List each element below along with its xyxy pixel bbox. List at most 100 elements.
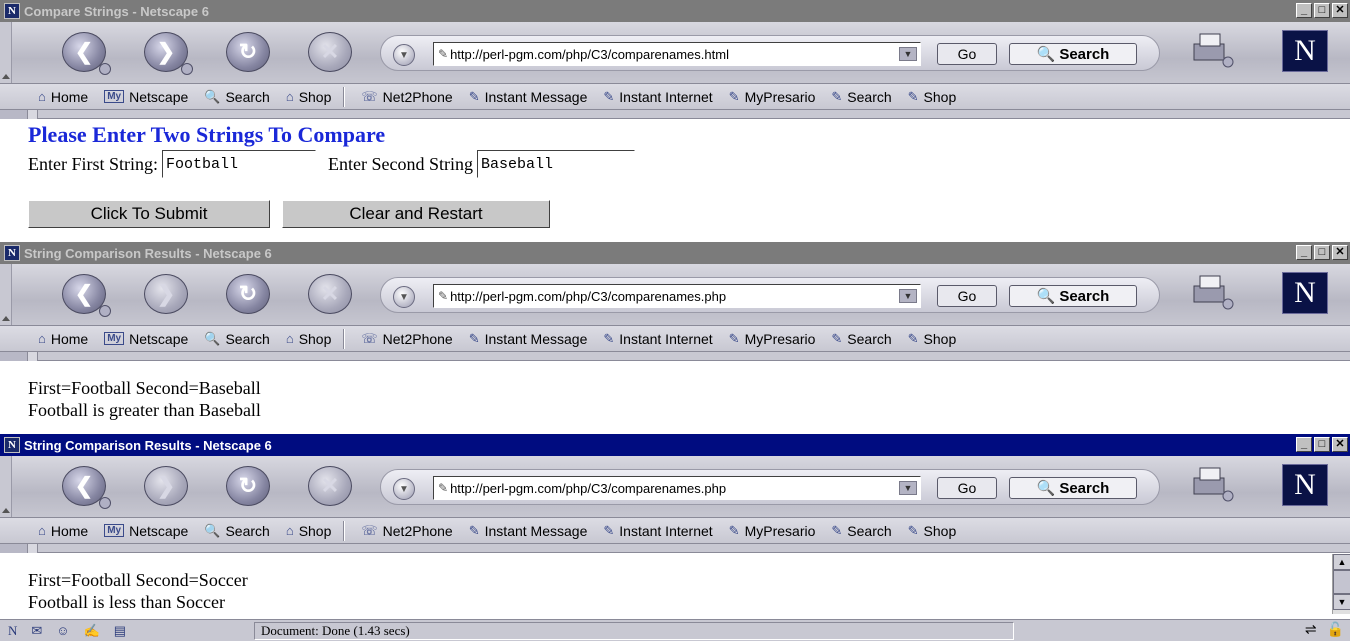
collapse-tab[interactable] — [0, 352, 28, 361]
navigator-icon[interactable]: N — [8, 623, 17, 639]
sidebar-collapse-bar[interactable] — [0, 110, 1350, 119]
second-string-input[interactable] — [476, 150, 635, 178]
close-button[interactable]: ✕ — [1332, 437, 1348, 452]
collapse-tab[interactable] — [0, 110, 28, 119]
go-button[interactable]: Go — [937, 285, 997, 307]
personal-my-netscape[interactable]: My Netscape — [104, 89, 188, 105]
submit-button[interactable]: Click To Submit — [28, 200, 270, 228]
search-button[interactable]: 🔍 Search — [1009, 477, 1137, 499]
security-lock-icon[interactable]: 🔓 — [1327, 622, 1344, 639]
personal-shop[interactable]: ⌂ Shop — [286, 89, 332, 105]
minimize-button[interactable]: _ — [1296, 3, 1312, 18]
bookmark-pin-icon[interactable]: ✎ — [438, 289, 448, 303]
personal-home[interactable]: ⌂ Home — [38, 89, 88, 105]
personal-home[interactable]: ⌂ Home — [38, 331, 88, 347]
window-title-bar[interactable]: N Compare Strings - Netscape 6 _ □ ✕ — [0, 0, 1350, 22]
forward-button[interactable]: ❯ — [144, 274, 188, 314]
personal-shop-2[interactable]: ✎ Shop — [908, 523, 957, 539]
personal-my-netscape[interactable]: My Netscape — [104, 523, 188, 539]
url-dropdown-icon[interactable]: ▼ — [899, 47, 917, 61]
personal-instant-internet[interactable]: ✎ Instant Internet — [603, 331, 712, 347]
minimize-button[interactable]: _ — [1296, 245, 1312, 260]
personal-search-2[interactable]: ✎ Search — [831, 523, 891, 539]
personal-net2phone[interactable]: ☏ Net2Phone — [361, 523, 452, 539]
back-button[interactable]: ❮ — [62, 466, 111, 509]
collapse-tab[interactable] — [0, 544, 28, 553]
maximize-button[interactable]: □ — [1314, 245, 1330, 260]
maximize-button[interactable]: □ — [1314, 437, 1330, 452]
reload-button[interactable]: ↻ — [226, 32, 270, 72]
personal-shop-2[interactable]: ✎ Shop — [908, 331, 957, 347]
forward-button[interactable]: ❯ — [144, 466, 188, 506]
back-button[interactable]: ❮ — [62, 32, 111, 75]
collapse-tab-2[interactable] — [28, 544, 38, 553]
scroll-up-icon[interactable]: ▲ — [1333, 554, 1350, 570]
personal-net2phone[interactable]: ☏ Net2Phone — [361, 331, 452, 347]
reload-button[interactable]: ↻ — [226, 274, 270, 314]
scroll-down-icon[interactable]: ▼ — [1333, 594, 1350, 610]
close-button[interactable]: ✕ — [1332, 245, 1348, 260]
personal-my-netscape[interactable]: My Netscape — [104, 331, 188, 347]
netscape-logo[interactable]: N — [1282, 272, 1328, 314]
personal-shop[interactable]: ⌂ Shop — [286, 331, 332, 347]
maximize-button[interactable]: □ — [1314, 3, 1330, 18]
vertical-scrollbar[interactable]: ▲ ▼ — [1332, 554, 1350, 614]
netscape-logo[interactable]: N — [1282, 464, 1328, 506]
personal-search-2[interactable]: ✎ Search — [831, 89, 891, 105]
personal-mypresario[interactable]: ✎ MyPresario — [729, 523, 816, 539]
personal-search[interactable]: 🔍 Search — [204, 331, 270, 347]
bookmark-pin-icon[interactable]: ✎ — [438, 47, 448, 61]
netscape-logo[interactable]: N — [1282, 30, 1328, 72]
window-title-bar[interactable]: N String Comparison Results - Netscape 6… — [0, 242, 1350, 264]
personal-shop[interactable]: ⌂ Shop — [286, 523, 332, 539]
personal-home[interactable]: ⌂ Home — [38, 523, 88, 539]
personal-mypresario[interactable]: ✎ MyPresario — [729, 89, 816, 105]
url-dropdown-icon[interactable]: ▼ — [899, 289, 917, 303]
collapse-tab-2[interactable] — [28, 110, 38, 119]
sidebar-collapse-bar[interactable] — [0, 544, 1350, 553]
back-dropdown-icon[interactable] — [99, 305, 111, 317]
first-string-input[interactable] — [162, 150, 316, 178]
history-dropdown-icon[interactable]: ▼ — [393, 478, 415, 500]
stop-button[interactable]: ✕ — [308, 32, 352, 72]
toolbar-grip[interactable] — [0, 264, 12, 325]
personal-instant-internet[interactable]: ✎ Instant Internet — [603, 89, 712, 105]
personal-search[interactable]: 🔍 Search — [204, 89, 270, 105]
personal-instant-internet[interactable]: ✎ Instant Internet — [603, 523, 712, 539]
history-dropdown-icon[interactable]: ▼ — [393, 44, 415, 66]
personal-net2phone[interactable]: ☏ Net2Phone — [361, 89, 452, 105]
personal-instant-message[interactable]: ✎ Instant Message — [469, 523, 588, 539]
url-input[interactable]: ✎ http://perl-pgm.com/php/C3/comparename… — [433, 284, 921, 308]
url-input[interactable]: ✎ http://perl-pgm.com/php/C3/comparename… — [433, 42, 921, 66]
personal-shop-2[interactable]: ✎ Shop — [908, 89, 957, 105]
back-dropdown-icon[interactable] — [99, 497, 111, 509]
forward-dropdown-icon[interactable] — [181, 63, 193, 75]
mail-icon[interactable]: ✉ — [31, 623, 42, 639]
print-icon[interactable] — [1188, 272, 1236, 314]
address-book-icon[interactable]: ▤ — [114, 623, 126, 639]
print-icon[interactable] — [1188, 30, 1236, 72]
window-title-bar[interactable]: N String Comparison Results - Netscape 6… — [0, 434, 1350, 456]
go-button[interactable]: Go — [937, 43, 997, 65]
close-button[interactable]: ✕ — [1332, 3, 1348, 18]
url-input[interactable]: ✎ http://perl-pgm.com/php/C3/comparename… — [433, 476, 921, 500]
go-button[interactable]: Go — [937, 477, 997, 499]
sidebar-collapse-bar[interactable] — [0, 352, 1350, 361]
back-dropdown-icon[interactable] — [99, 63, 111, 75]
url-dropdown-icon[interactable]: ▼ — [899, 481, 917, 495]
print-icon[interactable] — [1188, 464, 1236, 506]
stop-button[interactable]: ✕ — [308, 466, 352, 506]
personal-search-2[interactable]: ✎ Search — [831, 331, 891, 347]
forward-button[interactable]: ❯ — [144, 32, 193, 75]
composer-icon[interactable]: ✍ — [84, 623, 100, 639]
personal-mypresario[interactable]: ✎ MyPresario — [729, 331, 816, 347]
personal-instant-message[interactable]: ✎ Instant Message — [469, 331, 588, 347]
back-button[interactable]: ❮ — [62, 274, 111, 317]
bookmark-pin-icon[interactable]: ✎ — [438, 481, 448, 495]
personal-instant-message[interactable]: ✎ Instant Message — [469, 89, 588, 105]
stop-button[interactable]: ✕ — [308, 274, 352, 314]
personal-search[interactable]: 🔍 Search — [204, 523, 270, 539]
online-status-icon[interactable]: ⇌ — [1305, 622, 1317, 639]
search-button[interactable]: 🔍 Search — [1009, 43, 1137, 65]
toolbar-grip[interactable] — [0, 22, 12, 83]
